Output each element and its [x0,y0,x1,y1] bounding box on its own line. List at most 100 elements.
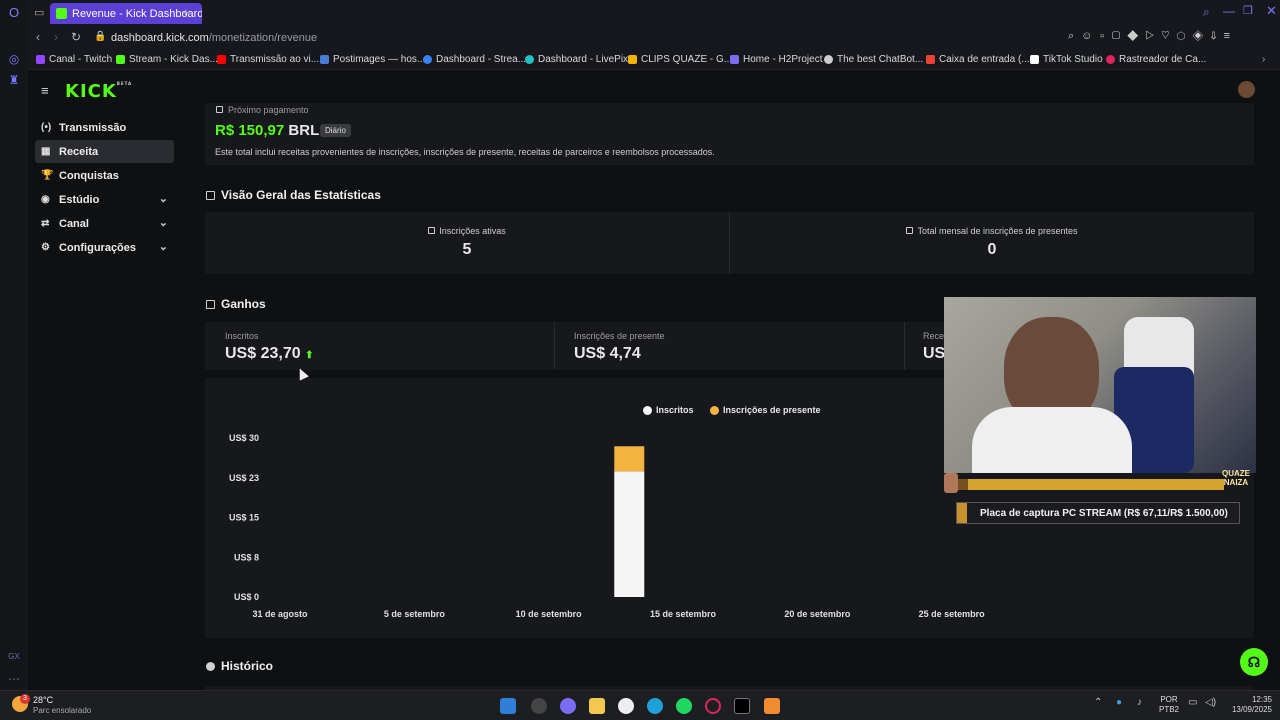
edge-icon[interactable] [647,698,663,714]
minimize-icon[interactable]: — [1223,4,1235,18]
tab-bar: ▭ Revenue - Kick Dashboard + ⌕ — ❐ ✕ [28,0,1280,26]
payment-amount: R$ 150,97 [215,122,285,139]
search-tabs-icon[interactable]: ⌕ [1203,5,1210,20]
tracker-bookmark-icon [1106,55,1115,64]
sidebar-item-canal[interactable]: ⇄ Canal ⌄ [35,212,174,235]
streamlabs-bookmark-icon [423,55,432,64]
tray-app-icon[interactable]: ● [1116,697,1122,708]
clock-icon [206,661,215,671]
sidebar-item-estudio[interactable]: ◉ Estúdio ⌄ [35,188,174,211]
app-orange-icon[interactable] [764,698,780,714]
app-g-icon[interactable] [618,698,634,714]
close-icon[interactable]: ✕ [1266,3,1277,19]
earnings-value-subs: US$ 23,70 [225,345,301,362]
kick-logo[interactable]: KICKBETA [65,81,132,102]
bookmark-11[interactable]: Rastreador de Ca... [1106,54,1206,65]
ticker-accent [957,503,967,523]
stat-label-active: Inscrições ativas [205,226,729,236]
sidebar-item-label: Estúdio [59,193,100,206]
bar-inscritos[interactable] [614,471,645,597]
messenger-icon[interactable]: ◎ [7,52,21,66]
menu-icon[interactable]: ≡ [41,83,49,98]
bookmark-3[interactable]: Postimages — hos... [320,54,425,65]
sidebar-item-configuracoes[interactable]: ⚙ Configurações ⌄ [35,236,174,259]
lock-icon: 🔒 [94,31,107,42]
overlay-progress-track [956,479,1224,490]
start-icon[interactable] [500,698,516,714]
bookmark-8[interactable]: The best ChatBot... [824,54,923,65]
y-tick-label: US$ 30 [229,433,259,443]
bookmark-10[interactable]: TikTok Studio [1030,54,1103,65]
maximize-icon[interactable]: ❐ [1243,4,1253,17]
weather-desc: Parc ensolarado [33,706,92,715]
bar-inscricoes-presente[interactable] [614,446,645,472]
bookmark-4[interactable]: Dashboard - Strea... [423,54,526,65]
forward-icon[interactable]: › [54,30,58,44]
bookmark-5[interactable]: Dashboard - LivePix [525,54,628,65]
address-bar: ‹ › ↻ 🔒 dashboard.kick.com/monetization/… [28,26,1280,50]
next-payment-label: Próximo pagamento [216,105,309,115]
overlay-ticker: Placa de captura PC STREAM (R$ 67,11/R$ … [956,502,1240,524]
chevron-down-icon[interactable]: ⌄ [159,216,168,229]
chevron-down-icon[interactable]: ⌄ [159,192,168,205]
trend-up-icon: ⬆ [305,350,314,361]
url-field[interactable]: dashboard.kick.com/monetization/revenue [111,32,317,44]
channel-icon: ⇄ [41,218,50,229]
bookmarks-overflow-icon[interactable]: › [1262,54,1265,65]
gx-icon[interactable]: GX [7,650,21,664]
reload-icon[interactable]: ↻ [71,30,81,44]
sidebar-item-receita[interactable]: ▦ Receita [35,140,174,163]
history-title: Histórico [206,659,273,673]
stats-title: Visão Geral das Estatísticas [206,188,381,202]
spotify-icon[interactable] [676,698,692,714]
support-chat-icon[interactable]: ☊ [1240,648,1268,676]
bookmark-6[interactable]: CLIPS QUAZE - G... [628,54,732,65]
x-tick-label: 31 de agosto [252,609,308,619]
avatar[interactable] [1238,81,1255,98]
language-indicator[interactable]: POR PTB2 [1159,695,1179,715]
opera-gx-icon[interactable] [705,698,721,714]
trophy-icon: 🏆 [41,170,54,181]
y-tick-label: US$ 23 [229,473,259,483]
bookmarks-bar: Canal - Twitch Stream - Kick Das... Tran… [28,50,1280,70]
y-tick-label: US$ 8 [234,552,259,562]
bookmark-9[interactable]: Caixa de entrada (... [926,54,1030,65]
sidebar-item-transmissao[interactable]: (•) Transmissão [35,116,174,139]
earnings-label-gifts: Inscrições de presente [574,331,665,341]
microphone-icon[interactable]: ♪ [1137,697,1142,708]
bookmark-0[interactable]: Canal - Twitch [36,54,112,65]
opera-logo-icon[interactable]: O [7,6,21,20]
more-icon[interactable]: ⋯ [7,672,21,686]
sidebar-item-conquistas[interactable]: 🏆 Conquistas [35,164,174,187]
new-tab-icon[interactable]: + [182,5,190,20]
x-tick-label: 5 de setembro [384,609,446,619]
stat-label-gifts: Total mensal de inscrições de presentes [730,226,1254,236]
discord-icon[interactable] [560,698,576,714]
kick-bookmark-icon [116,55,125,64]
file-explorer-icon[interactable] [589,698,605,714]
toolbar-icons[interactable]: ⌕☺⌑▢◆▷♡⬡◈⇩≡ [1068,30,1237,43]
gear-icon: ⚙ [41,242,50,253]
sidebar-item-label: Configurações [59,241,137,254]
bookmark-7[interactable]: Home - H2Project [730,54,822,65]
y-tick-label: US$ 0 [234,592,259,602]
chevron-down-icon[interactable]: ⌄ [159,240,168,253]
app-black-icon[interactable] [734,698,750,714]
broadcast-icon: (•) [41,122,52,133]
kick-favicon-icon [56,8,67,19]
twitch-icon[interactable]: ♜ [7,73,21,87]
network-icon[interactable]: ▭ [1188,697,1197,708]
bookmark-1[interactable]: Stream - Kick Das... [116,54,218,65]
stat-value-active: 5 [462,241,472,258]
sidebar-item-label: Conquistas [59,169,119,182]
bookmark-2[interactable]: Transmissão ao vi... [217,54,319,65]
sidebar-item-label: Receita [59,145,99,158]
payment-note: Este total inclui receitas provenientes … [215,147,715,157]
clock[interactable]: 12:35 13/09/2025 [1226,695,1272,715]
tab-switch-icon[interactable]: ▭ [34,6,44,19]
volume-icon[interactable]: ◁) [1205,697,1216,708]
tab-revenue[interactable]: Revenue - Kick Dashboard [50,3,202,24]
obs-icon[interactable] [531,698,547,714]
tray-overflow-icon[interactable]: ⌃ [1094,697,1102,708]
back-icon[interactable]: ‹ [36,30,40,44]
